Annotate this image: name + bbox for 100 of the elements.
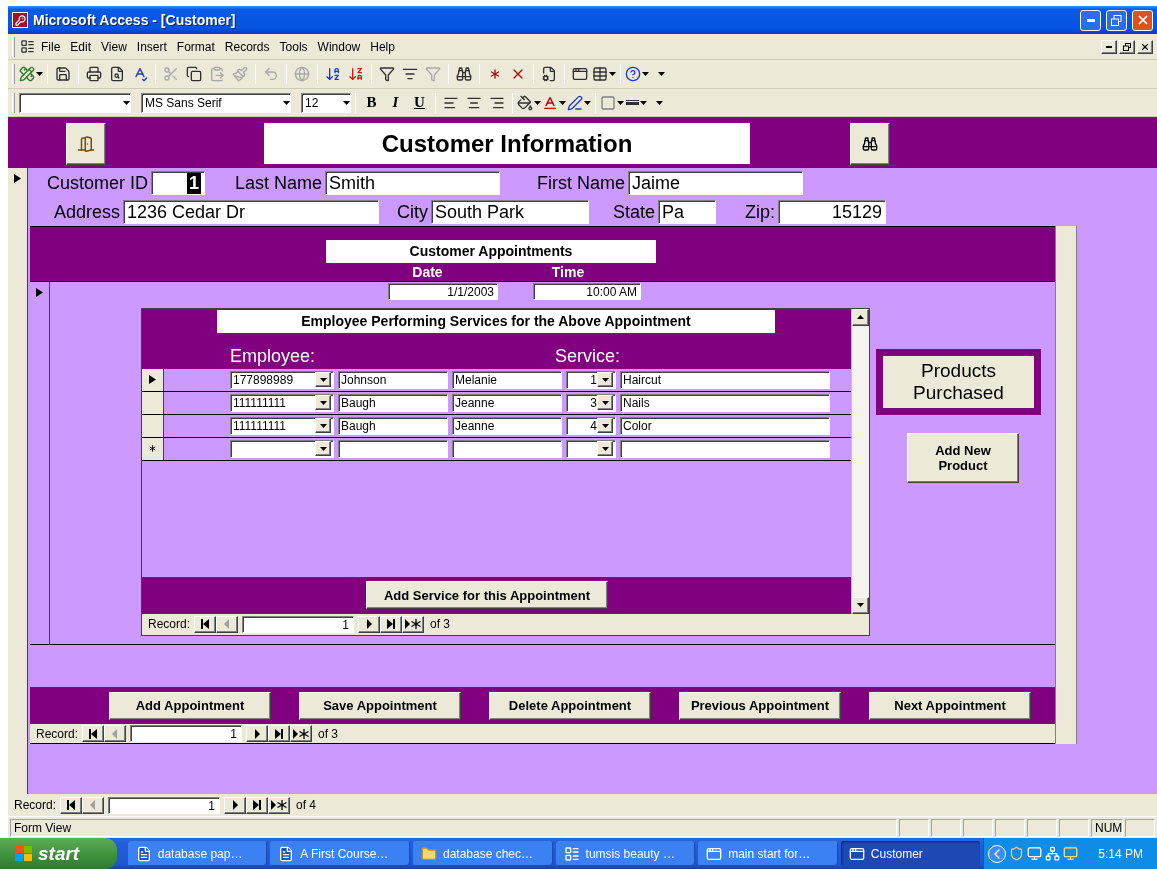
appointment-button[interactable]: Previous Appointment: [679, 691, 841, 720]
record-selector[interactable]: [142, 414, 164, 437]
last-name-field[interactable]: Smith: [325, 171, 500, 196]
dropdown-button[interactable]: [315, 418, 331, 434]
record-selector[interactable]: [142, 437, 164, 460]
font-size-dropdown[interactable]: 12: [301, 92, 351, 113]
last-name-field[interactable]: [338, 439, 448, 458]
chevron-icon[interactable]: [988, 844, 1007, 863]
taskbar-item[interactable]: database pap…: [127, 841, 268, 866]
new-record-button[interactable]: [290, 725, 313, 743]
employee-dropdown[interactable]: 111111111: [230, 416, 334, 435]
next-record-button[interactable]: [246, 725, 269, 743]
close-button[interactable]: [1137, 39, 1153, 54]
last-name-field[interactable]: Johnson: [338, 370, 448, 389]
menu-item[interactable]: Format: [172, 37, 219, 56]
products-purchased-button[interactable]: Products Purchased: [876, 348, 1041, 415]
text-style-button[interactable]: U: [408, 91, 431, 114]
first-name-field[interactable]: Jeanne: [452, 393, 562, 412]
menu-item[interactable]: Window: [313, 37, 365, 56]
appointment-button[interactable]: Add Appointment: [109, 691, 271, 720]
first-record-button[interactable]: [82, 725, 105, 743]
dropdown-button[interactable]: [597, 372, 613, 388]
taskbar-item[interactable]: A First Course…: [270, 841, 410, 866]
taskbar-item[interactable]: main start for…: [698, 841, 838, 866]
last-name-field[interactable]: Baugh: [338, 416, 448, 435]
service-field[interactable]: [620, 439, 830, 458]
first-name-field[interactable]: Melanie: [452, 370, 562, 389]
service-dropdown[interactable]: [566, 439, 616, 458]
address-field[interactable]: 1236 Cedar Dr: [123, 200, 379, 225]
next-record-button[interactable]: [224, 796, 247, 814]
menu-item[interactable]: Tools: [275, 37, 312, 56]
font-dropdown[interactable]: MS Sans Serif: [141, 92, 291, 113]
previous-record-button[interactable]: [82, 796, 105, 814]
service-field[interactable]: Nails: [620, 393, 830, 412]
service-field[interactable]: Color: [620, 416, 830, 435]
employee-dropdown[interactable]: 177898989: [230, 370, 334, 389]
first-name-field[interactable]: [452, 439, 562, 458]
dropdown-button[interactable]: [315, 395, 331, 411]
network-icon[interactable]: [1045, 846, 1061, 861]
new-record-button[interactable]: [402, 615, 425, 633]
dropdown-button[interactable]: [597, 418, 613, 434]
start-button[interactable]: start: [0, 838, 117, 869]
scroll-up-button[interactable]: [852, 308, 869, 326]
add-new-product-button[interactable]: Add New Product: [907, 432, 1019, 483]
last-record-button[interactable]: [246, 796, 269, 814]
employee-dropdown[interactable]: 111111111: [230, 393, 334, 412]
customer-id-field[interactable]: 1: [151, 171, 205, 196]
last-record-button[interactable]: [380, 615, 403, 633]
employee-dropdown[interactable]: [230, 439, 334, 458]
previous-record-button[interactable]: [104, 725, 127, 743]
first-record-button[interactable]: [194, 615, 217, 633]
scroll-down-button[interactable]: [852, 596, 869, 614]
text-style-button[interactable]: I: [384, 91, 407, 114]
add-service-button[interactable]: Add Service for this Appointment: [366, 581, 608, 610]
taskbar-item[interactable]: Customer: [840, 841, 981, 866]
next-record-button[interactable]: [358, 615, 381, 633]
last-record-button[interactable]: [268, 725, 291, 743]
record-number-field[interactable]: 1: [108, 796, 221, 814]
record-selector[interactable]: [142, 391, 164, 414]
dropdown-button[interactable]: [597, 395, 613, 411]
monitor-icon[interactable]: [1063, 846, 1079, 861]
previous-record-button[interactable]: [216, 615, 239, 633]
service-dropdown[interactable]: 1: [566, 370, 616, 389]
menu-item[interactable]: Insert: [132, 37, 171, 56]
dropdown-button[interactable]: [315, 372, 331, 388]
menu-item[interactable]: Records: [220, 37, 274, 56]
find-button[interactable]: [850, 123, 890, 165]
time-field[interactable]: 10:00 AM: [533, 282, 641, 300]
scrollbar[interactable]: [851, 308, 869, 614]
appointment-button[interactable]: Save Appointment: [299, 691, 461, 720]
new-record-button[interactable]: [268, 796, 291, 814]
first-name-field[interactable]: Jaime: [628, 171, 803, 196]
state-field[interactable]: Pa: [658, 200, 716, 225]
service-field[interactable]: Haircut: [620, 370, 830, 389]
record-selector[interactable]: [142, 368, 164, 391]
dropdown-button[interactable]: [315, 441, 331, 457]
first-name-field[interactable]: Jeanne: [452, 416, 562, 435]
menu-item[interactable]: Help: [366, 37, 399, 56]
date-field[interactable]: 1/1/2003: [388, 282, 498, 300]
city-field[interactable]: South Park: [431, 200, 589, 225]
zip-field[interactable]: 15129: [778, 200, 886, 225]
service-dropdown[interactable]: 4: [566, 416, 616, 435]
last-name-field[interactable]: Baugh: [338, 393, 448, 412]
taskbar-item[interactable]: database chec…: [412, 841, 553, 866]
service-dropdown[interactable]: 3: [566, 393, 616, 412]
appointment-button[interactable]: Next Appointment: [869, 691, 1031, 720]
monitor-icon[interactable]: [1027, 846, 1043, 861]
dropdown-button[interactable]: [597, 441, 613, 457]
object-dropdown[interactable]: [19, 92, 131, 113]
restore-button[interactable]: [1119, 39, 1135, 54]
menu-item[interactable]: Edit: [66, 37, 96, 56]
menu-item[interactable]: View: [97, 37, 131, 56]
minimize-button[interactable]: [1101, 39, 1117, 54]
text-style-button[interactable]: B: [360, 91, 383, 114]
taskbar-item[interactable]: tumsis beauty …: [555, 841, 696, 866]
menu-item[interactable]: File: [37, 37, 65, 56]
appointment-button[interactable]: Delete Appointment: [489, 691, 651, 720]
first-record-button[interactable]: [60, 796, 83, 814]
record-number-field[interactable]: 1: [130, 725, 243, 743]
record-number-field[interactable]: 1: [242, 615, 355, 633]
